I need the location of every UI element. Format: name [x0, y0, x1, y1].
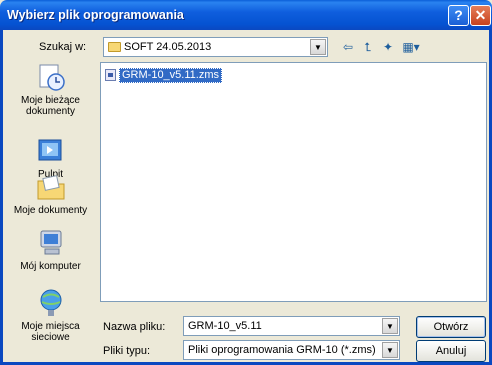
- new-folder-button[interactable]: ✦: [379, 39, 397, 55]
- help-button[interactable]: ?: [448, 5, 469, 26]
- folder-icon: [108, 42, 121, 52]
- my-computer-icon: [35, 228, 67, 258]
- filename-label: Nazwa pliku:: [103, 321, 166, 333]
- recent-documents-icon: [35, 62, 67, 92]
- close-button[interactable]: ✕: [470, 5, 491, 26]
- lookin-value: SOFT 24.05.2013: [124, 41, 212, 53]
- cancel-button[interactable]: Anuluj: [416, 340, 486, 362]
- close-icon: ✕: [474, 7, 487, 23]
- up-folder-button[interactable]: ⮤: [359, 39, 377, 55]
- place-my-computer[interactable]: Mój komputer: [4, 228, 97, 272]
- title-bar[interactable]: Wybierz plik oprogramowania ? ✕: [0, 0, 492, 30]
- back-button[interactable]: ⇦: [339, 39, 357, 55]
- chevron-down-icon[interactable]: ▼: [382, 318, 398, 334]
- network-places-icon: [35, 288, 67, 318]
- list-item[interactable]: GRM-10_v5.11.zms: [105, 67, 222, 83]
- lookin-dropdown[interactable]: SOFT 24.05.2013 ▼: [103, 37, 328, 57]
- open-button[interactable]: Otwórz: [416, 316, 486, 338]
- desktop-icon: [35, 136, 67, 166]
- views-menu-button[interactable]: ▦▾: [399, 39, 423, 55]
- window-title: Wybierz plik oprogramowania: [7, 8, 184, 22]
- place-my-documents[interactable]: Moje dokumenty: [4, 172, 97, 216]
- place-network[interactable]: Moje miejsca sieciowe: [4, 288, 97, 343]
- help-icon: ?: [454, 7, 463, 23]
- place-label: Moje dokumenty: [13, 205, 88, 216]
- chevron-down-icon[interactable]: ▼: [310, 39, 326, 55]
- filename-field[interactable]: GRM-10_v5.11 ▼: [183, 316, 400, 336]
- filetype-value: Pliki oprogramowania GRM-10 (*.zms): [188, 344, 376, 356]
- file-list[interactable]: GRM-10_v5.11.zms: [100, 62, 487, 302]
- file-name: GRM-10_v5.11.zms: [119, 67, 222, 83]
- place-label: Moje bieżące dokumenty: [21, 95, 80, 117]
- filetype-dropdown[interactable]: Pliki oprogramowania GRM-10 (*.zms) ▼: [183, 340, 400, 360]
- lookin-label: Szukaj w:: [39, 41, 87, 53]
- filetype-label: Pliki typu:: [103, 345, 151, 357]
- place-recent-documents[interactable]: Moje bieżące dokumenty: [4, 62, 97, 117]
- places-bar: Moje bieżące dokumenty Pulpit Moje dokum…: [4, 62, 97, 350]
- filename-value: GRM-10_v5.11: [188, 320, 262, 332]
- file-icon: [105, 69, 116, 81]
- place-label: Mój komputer: [20, 261, 81, 272]
- chevron-down-icon[interactable]: ▼: [382, 342, 398, 358]
- my-documents-icon: [35, 172, 67, 202]
- place-label: Moje miejsca sieciowe: [21, 321, 80, 343]
